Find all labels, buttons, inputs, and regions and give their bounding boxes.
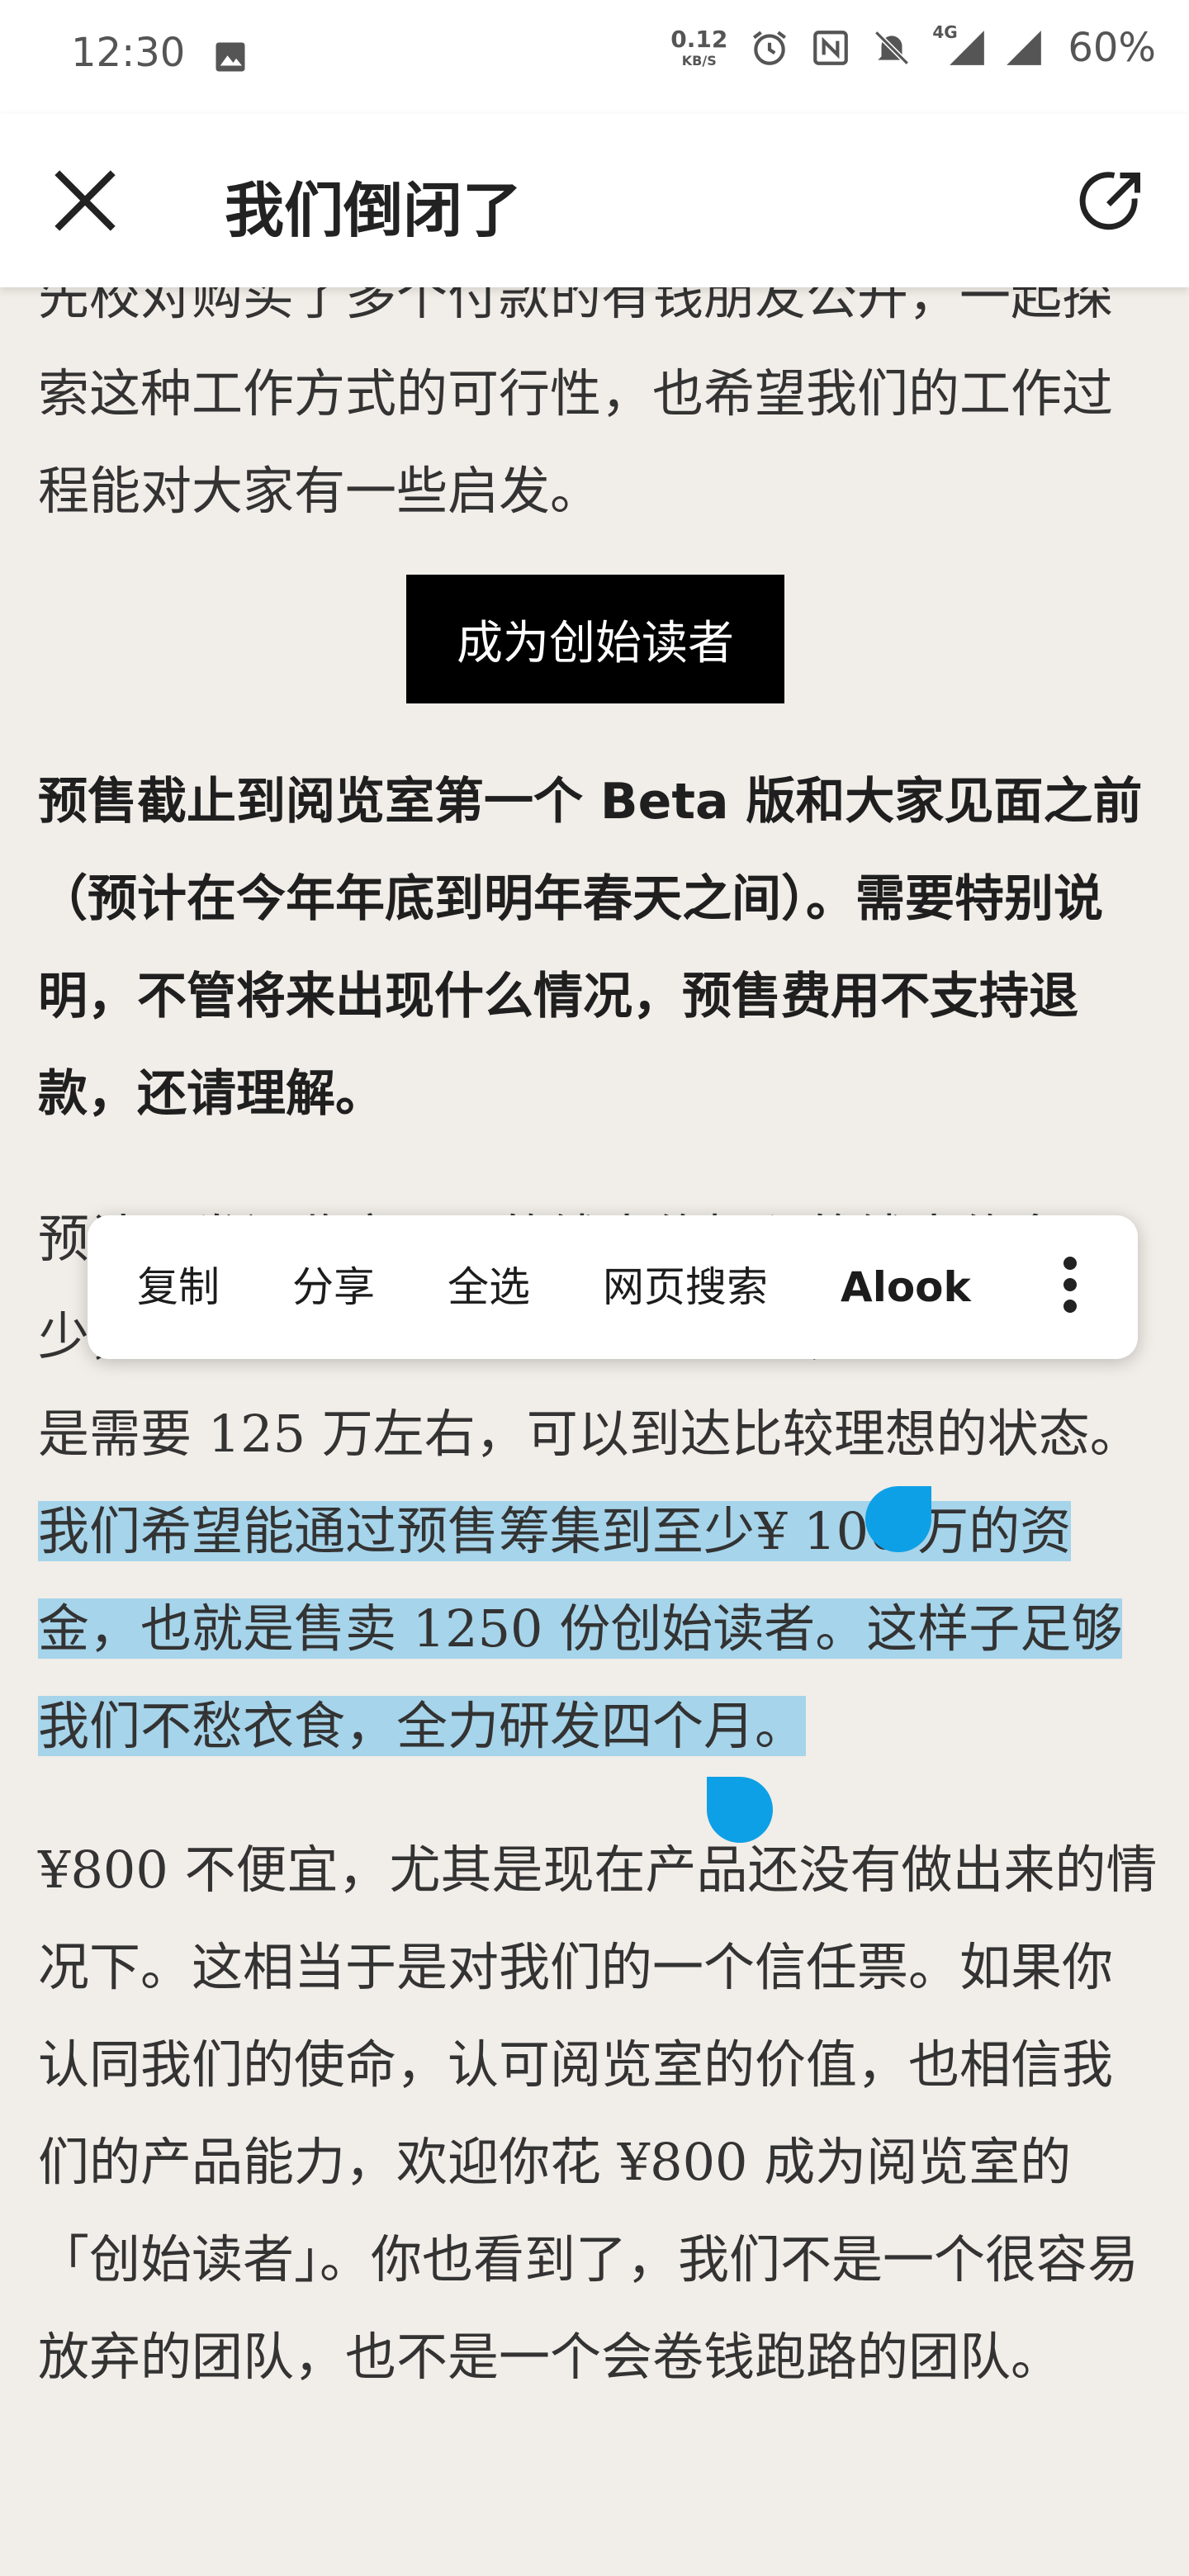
signal-icon <box>1007 31 1042 65</box>
status-time: 12:30 <box>71 30 186 76</box>
article-bold-paragraph: 预售截止到阅览室第一个 Beta 版和大家见面之前（预计在今年年底到明年春天之间… <box>38 773 1143 1123</box>
menu-item-select-all[interactable]: 全选 <box>411 1215 566 1359</box>
mute-icon <box>874 31 910 65</box>
article-paragraph: ¥800 不便宜，尤其是现在产品还没有做出来的情况下。这相当于是对我们的一个信任… <box>38 1840 1158 2387</box>
status-icons: 0.12 KB/S 4G 60% <box>670 22 1156 71</box>
alarm-icon <box>753 31 787 65</box>
page-title: 我们倒闭了 <box>225 176 523 245</box>
menu-item-copy[interactable]: 复制 <box>88 1215 256 1359</box>
article-paragraph: 先校对购买了多个付款的有钱朋友公开，一起探索这种工作方式的可行性，也希望我们的工… <box>38 266 1114 521</box>
more-vert-icon[interactable] <box>1060 1257 1080 1318</box>
net-speed-value: 0.12 <box>670 26 728 53</box>
status-bar: 12:30 0.12 KB/S 4G 60% <box>0 0 1189 114</box>
close-icon[interactable] <box>48 163 122 238</box>
selected-text[interactable]: 我们希望能通过预售筹集到至少¥ 100 万的资金，也就是售卖 1250 份创始读… <box>38 1501 1123 1756</box>
signal-icon <box>950 31 985 65</box>
selection-end-handle[interactable] <box>707 1777 773 1843</box>
app-bar: 我们倒闭了 <box>0 114 1189 287</box>
menu-item-web-search[interactable]: 网页搜索 <box>566 1215 804 1359</box>
become-founding-reader-button[interactable]: 成为创始读者 <box>406 575 784 703</box>
battery-level: 60% <box>1068 25 1156 71</box>
text-selection-menu: 复制 分享 全选 网页搜索 Alook <box>88 1215 1138 1359</box>
menu-item-alook[interactable]: Alook <box>804 1215 1007 1359</box>
signal-4g: 4G <box>932 22 990 69</box>
nfc-icon <box>813 31 849 65</box>
share-icon[interactable] <box>1077 167 1146 236</box>
selection-start-handle[interactable] <box>865 1486 931 1552</box>
menu-item-share[interactable]: 分享 <box>256 1215 411 1359</box>
net-speed: 0.12 KB/S <box>670 28 727 68</box>
net-speed-unit: KB/S <box>681 53 717 69</box>
photo-icon <box>216 42 245 72</box>
